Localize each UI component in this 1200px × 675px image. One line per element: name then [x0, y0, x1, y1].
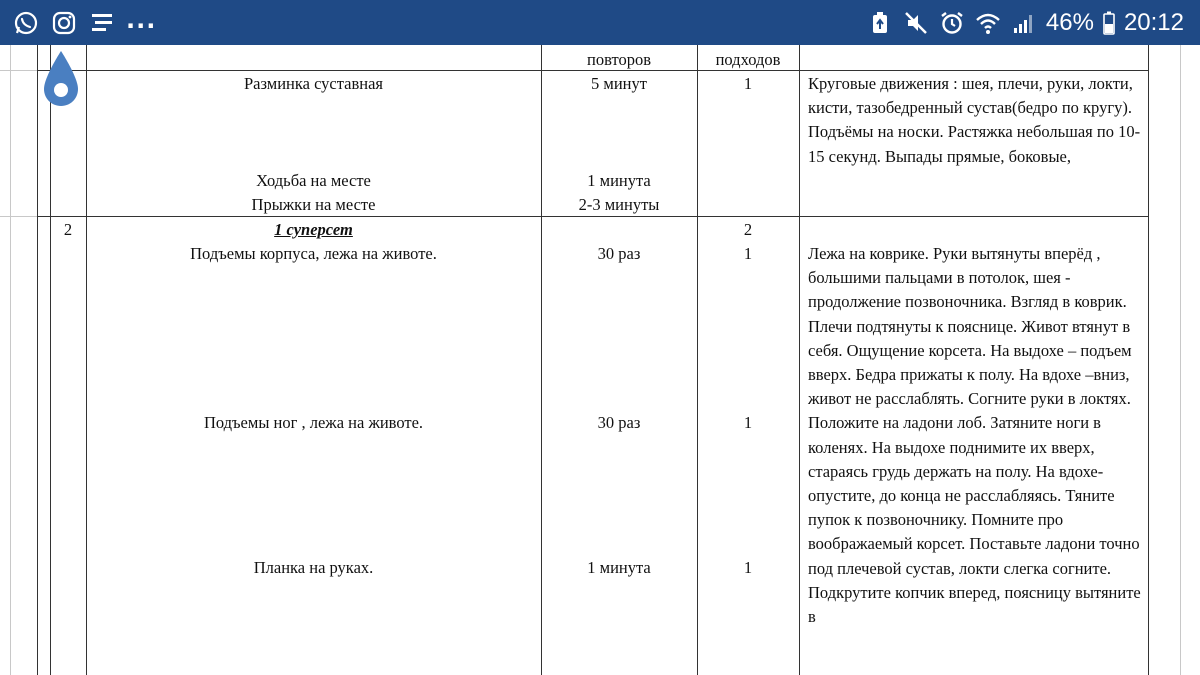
column-divider [50, 45, 51, 675]
wifi-icon [974, 9, 1002, 37]
status-bar: ... 46% 20:12 [0, 0, 1200, 45]
exercise-name: Подъемы корпуса, лежа на животе. [190, 244, 437, 263]
exercise-name: Разминка суставная [243, 74, 384, 93]
exercise-sets: 1 [743, 558, 753, 577]
document-view[interactable]: повторов подходов Разминка суставная 5 м… [0, 45, 1200, 675]
exercise-description: Лежа на коврике. Руки вытянуты вперёд , … [808, 244, 1141, 627]
signal-icon [1010, 9, 1038, 37]
superset-sets: 2 [743, 220, 753, 239]
text-cursor-handle-icon[interactable] [42, 49, 80, 107]
column-divider [541, 45, 542, 675]
exercise-description: Круговые движения : шея, плечи, руки, ло… [808, 74, 1141, 166]
header-reps: повторов [587, 50, 651, 69]
table-right-border [1148, 45, 1149, 675]
battery-percent: 46% [1045, 8, 1094, 36]
status-bar-right: 46% 20:12 [866, 0, 1184, 45]
page-margin-left [10, 45, 11, 675]
exercise-sets: 1 [743, 74, 753, 93]
exercise-reps: 2-3 минуты [578, 195, 660, 214]
clock: 20:12 [1123, 8, 1184, 36]
column-divider [799, 45, 800, 675]
more-notifications: ... [126, 5, 157, 34]
exercise-name: Планка на руках. [253, 558, 374, 577]
exercise-name: Подъемы ног , лежа на животе. [203, 413, 424, 432]
whatsapp-icon [12, 9, 40, 37]
exercise-sets: 1 [743, 244, 753, 263]
table-left-border [37, 45, 38, 675]
section-number: 2 [63, 220, 73, 239]
row-divider [0, 70, 37, 71]
column-divider [86, 45, 87, 675]
column-divider [697, 45, 698, 675]
notes-icon [88, 9, 116, 37]
exercise-reps: 1 минута [587, 171, 651, 190]
exercise-reps: 5 минут [591, 74, 647, 93]
superset-title: 1 суперсет [274, 220, 353, 239]
row-divider [0, 216, 37, 217]
alarm-icon [938, 9, 966, 37]
exercise-reps: 30 раз [597, 413, 641, 432]
exercise-name: Прыжки на месте [251, 195, 376, 214]
header-sets: подходов [715, 50, 781, 69]
battery-icon [1102, 9, 1116, 37]
exercise-name: Ходьба на месте [256, 171, 371, 190]
status-bar-left: ... [12, 0, 156, 45]
exercise-reps: 1 минута [587, 558, 651, 577]
instagram-icon [50, 9, 78, 37]
mute-icon [902, 9, 930, 37]
battery-saver-icon [866, 9, 894, 37]
page-margin-right [1180, 45, 1181, 675]
exercise-sets: 1 [743, 413, 753, 432]
exercise-reps: 30 раз [597, 244, 641, 263]
